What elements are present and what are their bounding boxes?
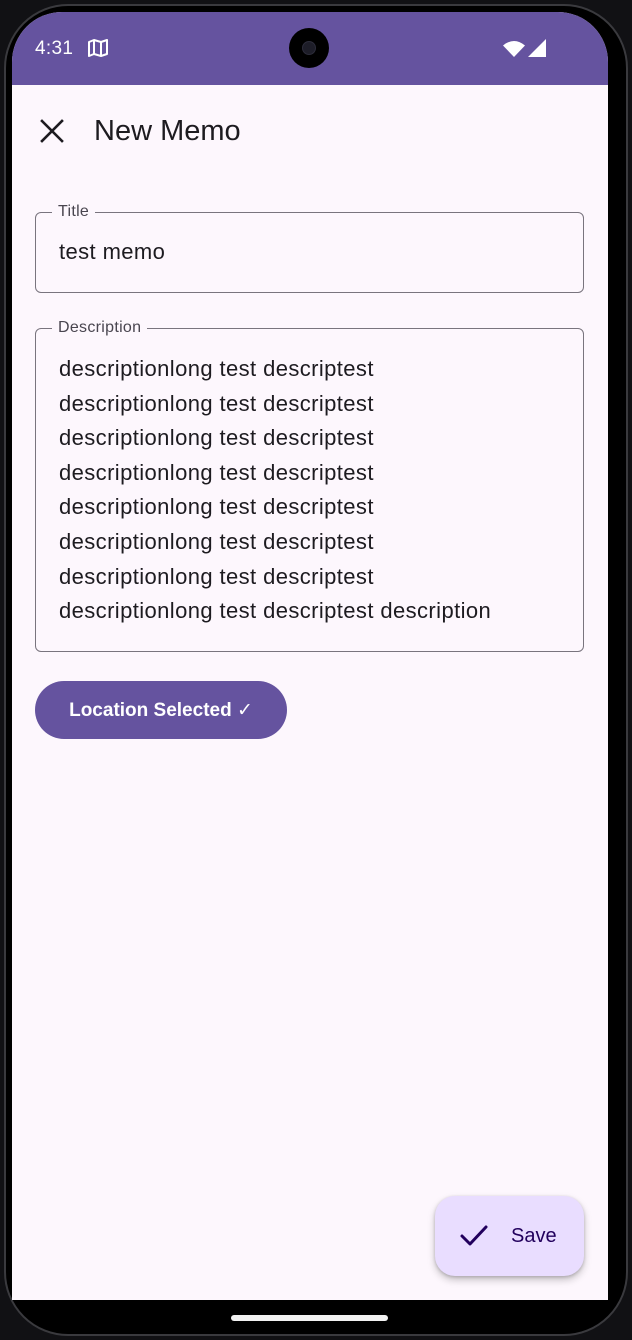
cell-signal-icon <box>528 39 546 57</box>
location-button-label: Location Selected ✓ <box>69 699 253 721</box>
description-field-value: descriptionlong test descriptest descrip… <box>59 352 564 629</box>
check-icon <box>460 1225 488 1246</box>
status-time: 4:31 <box>35 38 74 59</box>
top-app-bar: New Memo <box>12 85 608 177</box>
description-line: descriptionlong test descriptest <box>59 425 374 451</box>
device-frame: 4:31 New Memo Title test memo Descriptio… <box>0 0 632 1340</box>
app-screen: 4:31 New Memo Title test memo Descriptio… <box>12 12 608 1300</box>
description-line: descriptionlong test descriptest <box>59 528 374 554</box>
map-icon <box>88 39 108 57</box>
description-line: descriptionlong test descriptest <box>59 563 374 589</box>
description-line: descriptionlong test descriptest <box>59 459 374 485</box>
page-title: New Memo <box>94 115 241 147</box>
gesture-nav-handle[interactable] <box>231 1315 388 1321</box>
title-field-label: Title <box>52 202 96 222</box>
close-icon <box>40 119 64 143</box>
description-field[interactable]: Description descriptionlong test descrip… <box>35 318 584 652</box>
description-field-label: Description <box>52 318 148 338</box>
title-field[interactable]: Title test memo <box>35 202 584 293</box>
save-button-label: Save <box>511 1225 557 1247</box>
description-line: descriptionlong test descriptest <box>59 390 374 416</box>
description-line: descriptionlong test descriptest descrip… <box>59 598 492 624</box>
close-button[interactable] <box>28 107 76 155</box>
wifi-icon <box>503 41 525 57</box>
description-line: descriptionlong test descriptest <box>59 494 374 520</box>
description-line: descriptionlong test descriptest <box>59 356 374 381</box>
title-field-value: test memo <box>59 239 166 264</box>
location-selected-button[interactable]: Location Selected ✓ <box>35 681 287 739</box>
front-camera <box>289 28 329 68</box>
status-bar: 4:31 <box>12 12 608 85</box>
save-button[interactable]: Save <box>435 1196 584 1276</box>
